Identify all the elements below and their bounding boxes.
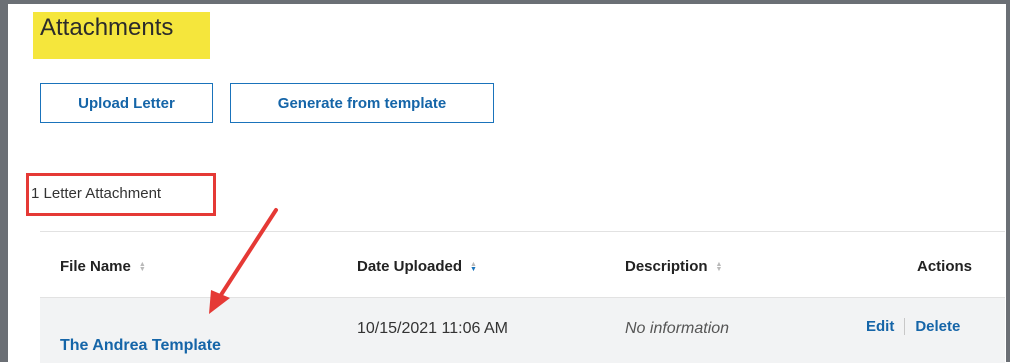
column-header-label: Description <box>625 258 708 275</box>
table-divider <box>40 231 1005 232</box>
row-actions: Edit Delete <box>866 318 960 335</box>
sort-icon: ▲ ▼ <box>138 260 146 273</box>
attachment-count: 1 Letter Attachment <box>31 185 162 202</box>
column-header-label: File Name <box>60 258 131 275</box>
column-header-actions: Actions <box>917 258 972 275</box>
date-uploaded-cell: 10/15/2021 11:06 AM <box>357 320 508 337</box>
column-header-date-uploaded[interactable]: Date Uploaded ▲ ▼ <box>357 258 477 275</box>
generate-from-template-button[interactable]: Generate from template <box>230 83 494 123</box>
actions-divider <box>904 318 906 335</box>
column-header-label: Date Uploaded <box>357 258 463 275</box>
upload-letter-button[interactable]: Upload Letter <box>40 83 213 123</box>
column-header-description[interactable]: Description ▲ ▼ <box>625 258 722 275</box>
column-header-file-name[interactable]: File Name ▲ ▼ <box>60 258 146 275</box>
delete-link[interactable]: Delete <box>915 318 960 335</box>
sort-icon: ▲ ▼ <box>715 260 723 273</box>
sort-descending-icon: ▲ ▼ <box>470 260 477 273</box>
edit-link[interactable]: Edit <box>866 318 894 335</box>
section-title: Attachments <box>40 14 174 41</box>
column-header-label: Actions <box>917 258 973 275</box>
description-cell: No information <box>625 320 730 337</box>
file-name-link[interactable]: The Andrea Template <box>60 337 221 355</box>
